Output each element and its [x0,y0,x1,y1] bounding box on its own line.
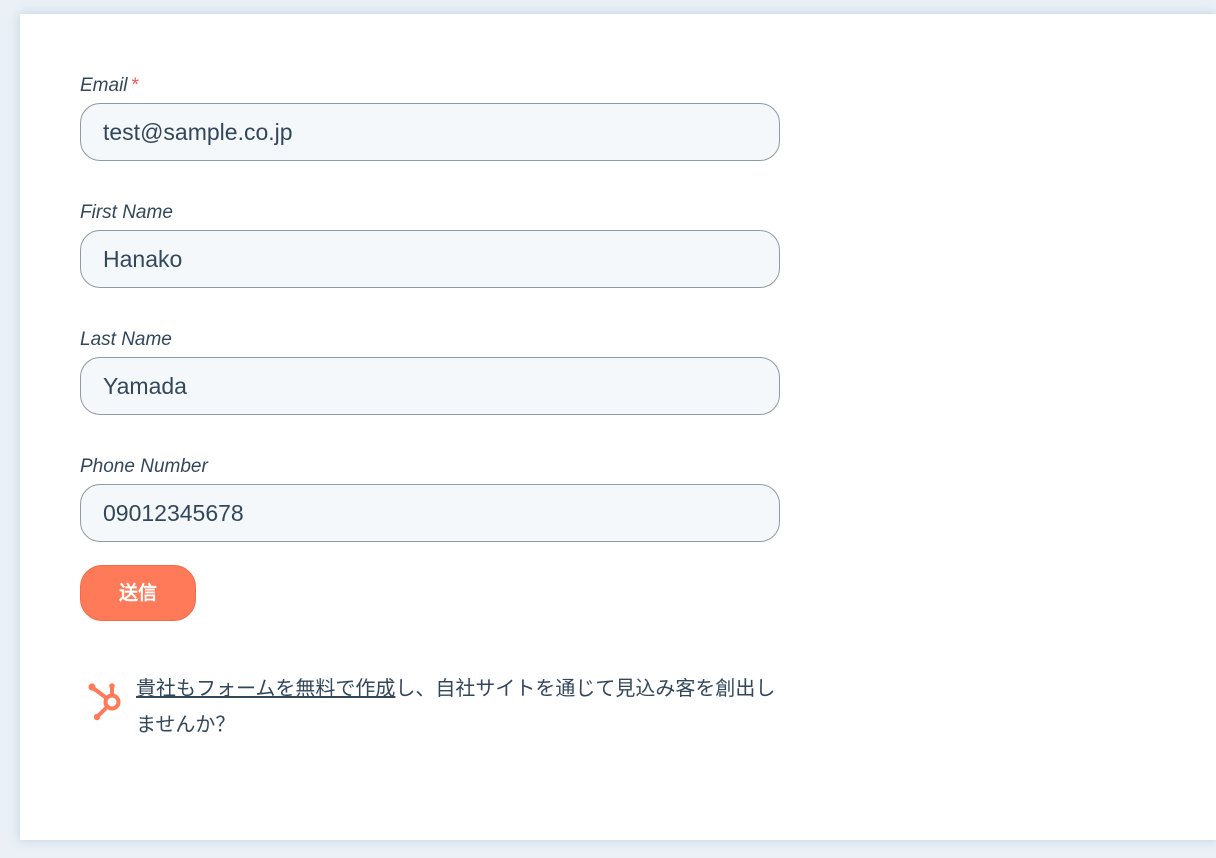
promo-link[interactable]: 貴社もフォームを無料で作成 [136,676,395,700]
email-field-group: Email * test@sample.co.jp [80,74,782,161]
last-name-field-group: Last Name Yamada [80,328,782,415]
phone-label: Phone Number [80,456,208,477]
first-name-label: First Name [80,202,173,223]
phone-field-group: Phone Number 09012345678 [80,455,782,542]
email-label-text: Email [80,75,128,96]
last-name-input[interactable]: Yamada [80,357,780,415]
first-name-field-group: First Name Hanako [80,201,782,288]
hubspot-sprocket-icon[interactable] [86,680,126,724]
hubspot-promo: 貴社もフォームを無料で作成し、自社サイトを通じて見込み客を創出しませんか？ [86,670,786,740]
contact-form: Email * test@sample.co.jp First Name Hana… [80,74,782,542]
phone-input[interactable]: 09012345678 [80,484,780,542]
last-name-label: Last Name [80,329,172,350]
email-label: Email * [80,74,782,98]
required-mark: * [131,75,139,96]
submit-button[interactable]: 送信 [80,565,196,621]
email-input[interactable]: test@sample.co.jp [80,103,780,161]
first-name-input[interactable]: Hanako [80,230,780,288]
promo-text: 貴社もフォームを無料で作成し、自社サイトを通じて見込み客を創出しませんか？ [136,670,786,742]
form-card: Email * test@sample.co.jp First Name Hana… [20,14,1216,840]
